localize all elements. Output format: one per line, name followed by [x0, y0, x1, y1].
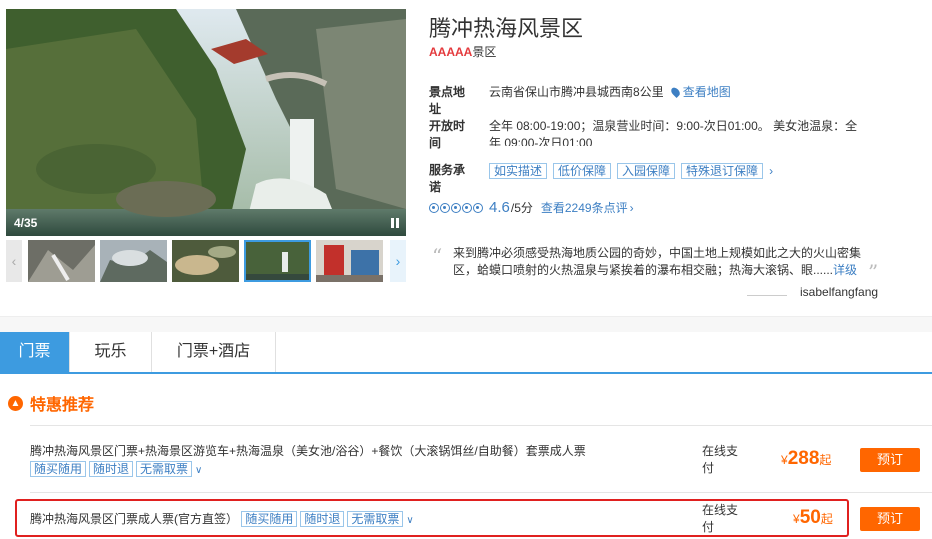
product-tag: 随买随用 [241, 511, 298, 527]
address-value: 云南省保山市腾冲县城西南8公里 查看地图 [489, 84, 731, 101]
product-title[interactable]: 腾冲热海风景区门票+热海景区游览车+热海温泉（美女池/浴谷）+餐饮（大滚锅饵丝/… [30, 444, 586, 458]
divider [30, 425, 932, 426]
service-tag[interactable]: 入园保障 [617, 163, 676, 179]
quote-close-icon: ” [868, 260, 879, 284]
view-reviews-link[interactable]: 查看2249条点评 [541, 199, 628, 216]
price-value: 288 [787, 448, 820, 469]
rating-score: 4.6 [489, 199, 510, 216]
product-price: ¥288起 [781, 448, 831, 470]
service-label: 服务承诺 [429, 163, 466, 194]
thumbnail[interactable] [100, 240, 167, 282]
review-quote: 来到腾冲必须感受热海地质公园的奇妙，中国土地上规模如此之大的火山密集区，蛤蟆口喷… [453, 245, 869, 279]
photo-counter: 4/35 [14, 216, 38, 230]
tab-activities[interactable]: 玩乐 [70, 332, 152, 372]
service-tag[interactable]: 特殊退订保障 [681, 163, 764, 179]
address-label: 景点地址 [429, 85, 466, 116]
service-tag[interactable]: 低价保障 [553, 163, 612, 179]
payment-method: 在线支付 [702, 444, 739, 475]
map-pin-icon [669, 85, 682, 99]
currency: ¥ [793, 512, 800, 526]
quote-open-icon: “ [432, 244, 443, 268]
service-tags: 如实描述 低价保障 入园保障 特殊退订保障 › [489, 163, 773, 179]
product-price: ¥50起 [793, 507, 833, 529]
quote-text: 来到腾冲必须感受热海地质公园的奇妙，中国土地上规模如此之大的火山密集区，蛤蟆口喷… [453, 246, 862, 277]
view-map-link[interactable]: 查看地图 [683, 85, 731, 99]
price-value: 50 [799, 507, 821, 528]
thumbnail[interactable] [28, 240, 95, 282]
quote-more-link[interactable]: 详级 [833, 263, 857, 277]
hours-label: 开放时间 [429, 119, 466, 150]
price-suffix: 起 [820, 512, 833, 526]
product-tag: 随买随用 [30, 461, 87, 477]
rating-scale: /5分 [510, 201, 533, 215]
divider [30, 492, 932, 493]
service-tag[interactable]: 如实描述 [489, 163, 548, 179]
grade-stars: AAAAA [429, 45, 473, 59]
chevron-down-icon[interactable]: ∨ [195, 465, 202, 476]
chevron-right-icon[interactable]: › [769, 164, 773, 178]
chevron-right-icon[interactable]: › [390, 240, 406, 282]
rating-dots-icon [429, 202, 483, 213]
thumbnail[interactable] [316, 240, 383, 282]
chevron-right-icon[interactable]: › [630, 201, 634, 215]
section-title: ▲ 特惠推荐 [8, 391, 94, 415]
scenic-grade: AAAAA景区 [429, 43, 496, 60]
chevron-down-icon[interactable]: ∨ [406, 515, 413, 526]
rating: 4.6 /5分 查看2249条点评 › [429, 199, 634, 216]
waterfall-photo [6, 9, 406, 236]
product-name[interactable]: 腾冲热海风景区门票成人票(官方直签） 随买随用 随时退 无需取票 ∨ [30, 510, 414, 530]
address-text: 云南省保山市腾冲县城西南8公里 [489, 85, 664, 99]
product-tag: 随时退 [300, 511, 345, 527]
price-suffix: 起 [819, 453, 832, 467]
thumbnail-active[interactable] [244, 240, 311, 282]
page-title: 腾冲热海风景区 [429, 16, 584, 41]
divider [747, 295, 787, 296]
thumbnail-strip: ‹ › [6, 240, 406, 282]
grade-label: 景区 [472, 45, 497, 59]
main-photo[interactable]: 4/35 [6, 9, 406, 236]
tab-ticket-hotel[interactable]: 门票+酒店 [152, 332, 276, 372]
tab-bar: 门票 玩乐 门票+酒店 [0, 332, 932, 374]
quote-author: isabelfangfang [800, 285, 879, 299]
product-title[interactable]: 腾冲热海风景区门票成人票(官方直签） [30, 512, 238, 526]
payment-method: 在线支付 [702, 503, 739, 534]
hours-value: 全年 08:00-19:00；温泉营业时间：9:00-次日01:00。 美女池温… [489, 119, 858, 146]
product-name[interactable]: 腾冲热海风景区门票+热海景区游览车+热海温泉（美女池/浴谷）+餐饮（大滚锅饵丝/… [30, 442, 600, 480]
book-button[interactable]: 预订 [860, 507, 920, 531]
product-tag: 无需取票 [347, 511, 404, 527]
book-button[interactable]: 预订 [860, 448, 920, 472]
section-title-text: 特惠推荐 [30, 397, 95, 414]
product-tag: 随时退 [89, 461, 134, 477]
chevron-left-icon[interactable]: ‹ [6, 240, 22, 282]
thumbs-up-icon: ▲ [8, 395, 23, 411]
currency: ¥ [781, 453, 788, 467]
thumbnail[interactable] [172, 240, 239, 282]
product-tag: 无需取票 [136, 461, 193, 477]
tab-tickets[interactable]: 门票 [0, 332, 70, 372]
pause-icon[interactable] [390, 218, 400, 228]
